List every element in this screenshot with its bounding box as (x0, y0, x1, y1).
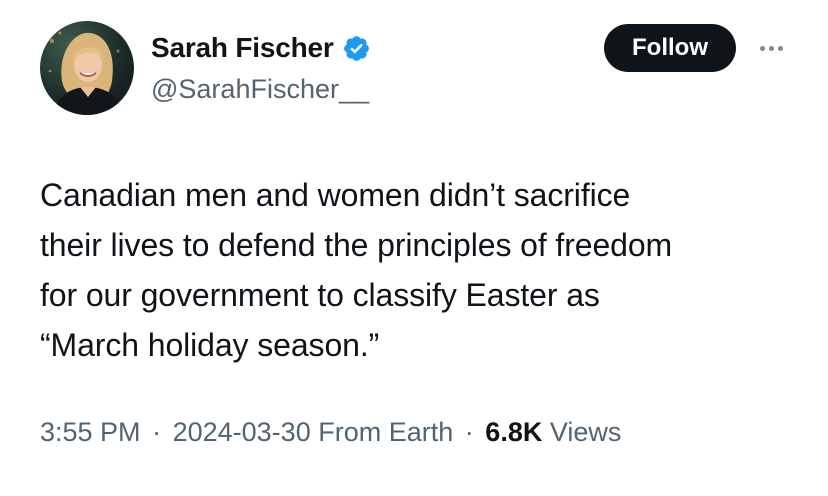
more-dot (777, 45, 783, 51)
tweet-card: Sarah Fischer @SarahFischer__ Follow Can… (0, 0, 828, 496)
tweet-text-line: “March holiday season.” (40, 327, 380, 363)
views-count: 6.8K (485, 417, 543, 447)
tweet-text-line: Canadian men and women didn’t sacrifice (40, 177, 631, 213)
more-dot (759, 45, 765, 51)
more-options-icon[interactable] (751, 36, 791, 60)
avatar-image (48, 31, 122, 115)
tweet-text-line: their lives to defend the principles of … (40, 227, 673, 263)
tweet-text: Canadian men and women didn’t sacrifice … (40, 170, 800, 370)
meta-separator: · (152, 417, 162, 447)
tweet-time[interactable]: 3:55 PM (40, 417, 141, 447)
follow-button[interactable]: Follow (604, 24, 736, 72)
author-display-name[interactable]: Sarah Fischer (151, 30, 334, 66)
more-dot (768, 45, 774, 51)
views-label: Views (549, 417, 622, 447)
author-name-row: Sarah Fischer (151, 30, 371, 66)
tweet-text-line: for our government to classify Easter as (40, 277, 600, 313)
verified-badge-icon (342, 34, 371, 63)
author-avatar[interactable] (40, 21, 134, 115)
author-handle[interactable]: @SarahFischer__ (151, 72, 369, 106)
tweet-date[interactable]: 2024-03-30 (173, 417, 311, 447)
tweet-location: From Earth (318, 417, 454, 447)
tweet-meta: 3:55 PM · 2024-03-30 From Earth · 6.8K V… (40, 412, 621, 452)
meta-separator: · (464, 417, 474, 447)
